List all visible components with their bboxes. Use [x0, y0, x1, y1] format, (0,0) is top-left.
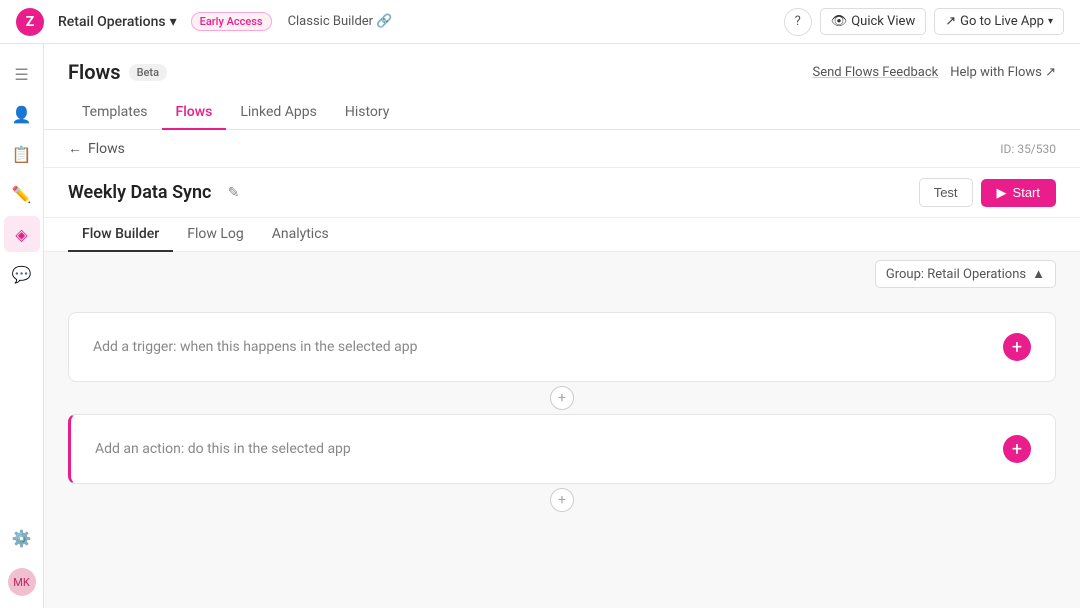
tab-linked-apps[interactable]: Linked Apps [226, 96, 331, 130]
add-between-button-1[interactable]: + [550, 386, 574, 410]
flow-title-left: Weekly Data Sync ✎ [68, 179, 247, 207]
arrow-left-icon: ← [68, 140, 82, 157]
plus-icon: + [558, 492, 566, 508]
flow-content: ← Flows ID: 35/530 Weekly Data Sync ✎ Te… [44, 130, 1080, 608]
sidebar-item-dashboard[interactable]: ☰ [4, 56, 40, 92]
page-title: Flows Beta [68, 60, 167, 84]
page-tabs: Templates Flows Linked Apps History [68, 96, 1056, 129]
help-flows-label: Help with Flows ↗ [950, 65, 1056, 80]
classic-builder-label: Classic Builder 🔗 [288, 14, 393, 29]
tab-history[interactable]: History [331, 96, 404, 130]
flow-subtabs: Flow Builder Flow Log Analytics [44, 218, 1080, 252]
chevron-down-icon: ▾ [170, 14, 177, 30]
trigger-text: Add a trigger: when this happens in the … [93, 339, 417, 355]
go-live-chevron-icon: ▾ [1048, 16, 1053, 27]
connector-2: + [68, 484, 1056, 516]
dashboard-icon: ☰ [14, 65, 28, 84]
start-label: Start [1013, 185, 1040, 200]
subtab-flow-builder[interactable]: Flow Builder [68, 218, 173, 252]
action-text: Add an action: do this in the selected a… [95, 441, 351, 457]
user-avatar[interactable]: MK [8, 568, 36, 596]
play-icon: ▶ [997, 185, 1007, 201]
subtab-analytics[interactable]: Analytics [258, 218, 343, 252]
action-card: Add an action: do this in the selected a… [68, 414, 1056, 484]
messages-icon: 💬 [12, 265, 32, 284]
brand-logo[interactable]: Z [16, 8, 44, 36]
lists-icon: 📋 [12, 145, 32, 164]
settings-icon: ⚙️ [12, 529, 32, 548]
eye-icon: 👁 [831, 14, 848, 29]
page-header: Flows Beta Send Flows Feedback Help with… [44, 44, 1080, 130]
beta-badge: Beta [129, 64, 167, 81]
group-bar: Group: Retail Operations ▲ [44, 252, 1080, 296]
flow-title-right: Test ▶ Start [919, 178, 1056, 207]
external-link-icon: ↗ [945, 14, 956, 29]
flow-body: Add a trigger: when this happens in the … [44, 296, 1080, 532]
chevron-up-icon: ▲ [1032, 266, 1045, 282]
subtab-flow-log[interactable]: Flow Log [173, 218, 258, 252]
plus-icon: + [558, 390, 566, 406]
sidebar-item-flows[interactable]: ◈ [4, 216, 40, 252]
edit-flow-name-button[interactable]: ✎ [219, 179, 247, 207]
plus-icon: + [1012, 439, 1022, 460]
sidebar: ☰ 👤 📋 ✏️ ◈ 💬 ⚙️ MK [0, 44, 44, 608]
group-selector[interactable]: Group: Retail Operations ▲ [875, 260, 1056, 288]
early-access-badge: Early Access [191, 12, 272, 31]
brand-initial: Z [26, 14, 35, 30]
add-trigger-button[interactable]: + [1003, 333, 1031, 361]
add-action-button[interactable]: + [1003, 435, 1031, 463]
app-name-button[interactable]: Retail Operations ▾ [52, 10, 183, 34]
help-icon: ? [795, 14, 801, 29]
back-to-flows-link[interactable]: ← Flows [68, 140, 125, 157]
pencil-icon: ✎ [228, 185, 240, 201]
page-title-label: Flows [68, 60, 121, 84]
sidebar-item-lists[interactable]: 📋 [4, 136, 40, 172]
back-bar: ← Flows ID: 35/530 [44, 130, 1080, 168]
go-live-button[interactable]: ↗ Go to Live App ▾ [934, 8, 1064, 35]
sidebar-item-edit[interactable]: ✏️ [4, 176, 40, 212]
header-right: ? 👁 Quick View ↗ Go to Live App ▾ [784, 8, 1064, 36]
classic-builder-button[interactable]: Classic Builder 🔗 [280, 11, 401, 32]
help-icon-button[interactable]: ? [784, 8, 812, 36]
content-area: Flows Beta Send Flows Feedback Help with… [44, 44, 1080, 608]
sidebar-item-messages[interactable]: 💬 [4, 256, 40, 292]
top-header: Z Retail Operations ▾ Early Access Class… [0, 0, 1080, 44]
plus-icon: + [1012, 337, 1022, 358]
test-button[interactable]: Test [919, 178, 973, 207]
flows-icon: ◈ [15, 225, 27, 244]
app-name-label: Retail Operations [58, 14, 166, 30]
trigger-card: Add a trigger: when this happens in the … [68, 312, 1056, 382]
start-button[interactable]: ▶ Start [981, 179, 1056, 207]
sidebar-item-users[interactable]: 👤 [4, 96, 40, 132]
page-title-row: Flows Beta Send Flows Feedback Help with… [68, 60, 1056, 84]
tab-templates[interactable]: Templates [68, 96, 162, 130]
flow-title-bar: Weekly Data Sync ✎ Test ▶ Start [44, 168, 1080, 218]
add-between-button-2[interactable]: + [550, 488, 574, 512]
group-label: Group: Retail Operations [886, 267, 1026, 282]
go-live-label: Go to Live App [960, 14, 1044, 29]
back-label: Flows [88, 141, 125, 157]
quick-view-button[interactable]: 👁 Quick View [820, 8, 927, 35]
users-icon: 👤 [12, 105, 32, 124]
main-layout: ☰ 👤 📋 ✏️ ◈ 💬 ⚙️ MK Flows [0, 44, 1080, 608]
send-feedback-link[interactable]: Send Flows Feedback [812, 65, 938, 80]
edit-icon: ✏️ [12, 185, 32, 204]
flow-name: Weekly Data Sync [68, 182, 211, 203]
help-flows-link[interactable]: Help with Flows ↗ [950, 65, 1056, 80]
sidebar-item-settings[interactable]: ⚙️ [4, 520, 40, 556]
tab-flows[interactable]: Flows [162, 96, 227, 130]
quick-view-label: Quick View [851, 14, 915, 29]
page-header-actions: Send Flows Feedback Help with Flows ↗ [812, 65, 1056, 80]
connector-1: + [68, 382, 1056, 414]
flow-id: ID: 35/530 [1000, 142, 1056, 156]
